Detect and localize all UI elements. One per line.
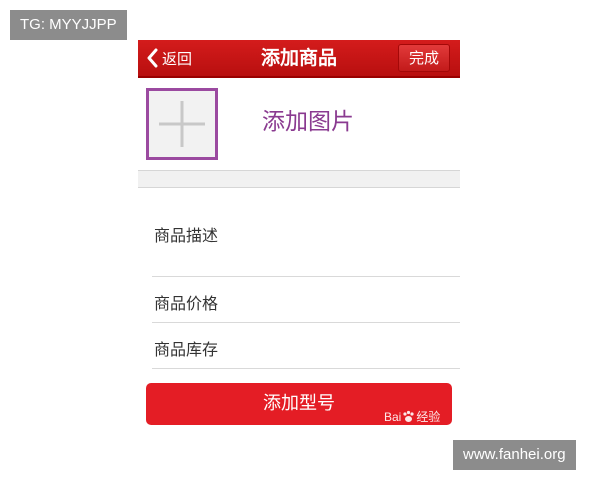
source-watermark-bottom: www.fanhei.org (453, 440, 576, 470)
done-button[interactable]: 完成 (398, 44, 450, 72)
section-divider (138, 170, 460, 188)
chevron-left-icon (147, 48, 158, 68)
nav-bar: 返回 添加商品 完成 (138, 40, 460, 78)
description-label: 商品描述 (154, 226, 219, 245)
baidu-right-text: 经验 (416, 410, 441, 424)
paw-icon (403, 410, 414, 422)
price-field[interactable]: 商品价格 (152, 278, 460, 323)
plus-icon (159, 101, 205, 147)
stock-label: 商品库存 (154, 340, 219, 359)
add-image-button[interactable] (146, 88, 218, 160)
baidu-watermark: Bai 经验 (384, 408, 440, 425)
back-button[interactable]: 返回 (146, 46, 192, 70)
image-section: 添加图片 (138, 78, 460, 170)
price-label: 商品价格 (154, 294, 219, 313)
stock-field[interactable]: 商品库存 (152, 324, 460, 369)
phone-screen: 返回 添加商品 完成 添加图片 商品描述 商品价格 商品库存 添加型号 Bai … (138, 40, 460, 440)
source-watermark-top: TG: MYYJJPP (10, 10, 127, 40)
baidu-left-text: Bai (384, 409, 402, 424)
back-label: 返回 (162, 49, 193, 68)
add-image-label[interactable]: 添加图片 (262, 102, 354, 136)
description-field[interactable]: 商品描述 (152, 188, 460, 277)
